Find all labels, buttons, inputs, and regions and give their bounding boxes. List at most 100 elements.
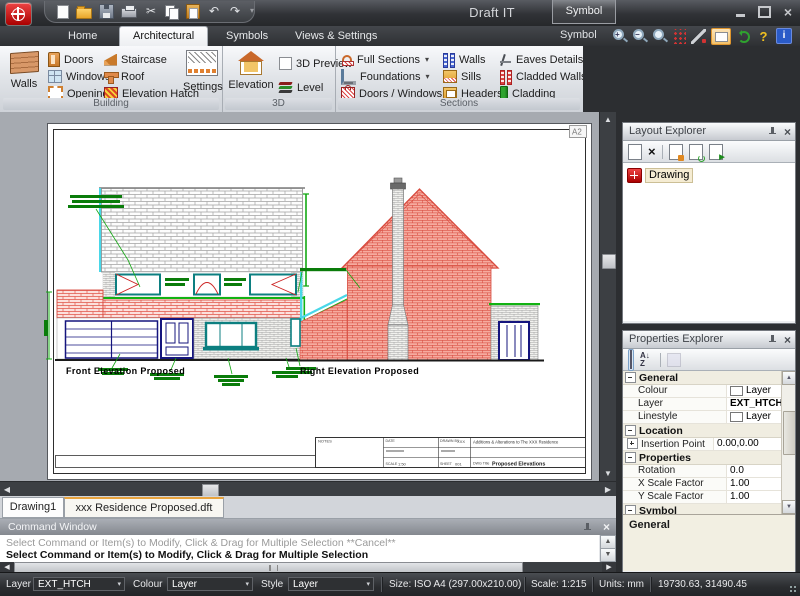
delete-layout-icon[interactable]: × <box>648 145 656 159</box>
app-menu-button[interactable] <box>5 2 32 26</box>
doc-tab-residence[interactable]: xxx Residence Proposed.dft <box>64 497 224 518</box>
zoom-out-icon[interactable]: − <box>632 29 647 44</box>
qat-customize-icon[interactable]: ▾ <box>250 6 254 15</box>
roof-button[interactable]: Roof <box>104 69 144 84</box>
layer-combobox[interactable]: EXT_HTCH▾ <box>33 577 125 591</box>
property-colour[interactable]: ColourLayer <box>623 385 782 398</box>
properties-close-icon[interactable]: × <box>784 332 791 349</box>
collapse-icon[interactable] <box>625 505 636 514</box>
maximize-button[interactable] <box>758 6 771 18</box>
full-sections-button[interactable]: Full Sections▾ <box>341 52 429 67</box>
property-insertion-point[interactable]: Insertion Point0.00,0.00 <box>623 438 782 451</box>
colour-combobox[interactable]: Layer▾ <box>167 577 253 591</box>
settings-button[interactable]: Settings <box>183 48 221 93</box>
save-icon[interactable] <box>99 4 114 19</box>
drawing-canvas[interactable]: A2 <box>0 112 599 481</box>
tb-scale-value: 1:50 <box>398 462 407 467</box>
tab-architectural[interactable]: Architectural <box>119 26 208 47</box>
foundations-button[interactable]: Foundations▾ <box>341 69 430 84</box>
new-layout-icon[interactable] <box>628 144 642 160</box>
drawing-board-icon[interactable] <box>711 28 731 45</box>
level-button[interactable]: Level <box>279 80 323 95</box>
cut-icon[interactable]: ✂ <box>144 5 158 18</box>
property-grid-scrollbar[interactable]: ▲ ▼ <box>781 371 795 514</box>
layout-item-drawing[interactable]: Drawing <box>627 168 693 183</box>
property-layer[interactable]: LayerEXT_HTCH <box>623 398 782 411</box>
sort-az-icon[interactable]: A↓Z <box>640 352 654 368</box>
layout-tree[interactable]: Drawing <box>623 163 795 321</box>
paste-icon[interactable] <box>186 4 200 19</box>
resize-grip[interactable] <box>789 585 798 594</box>
refresh-icon[interactable] <box>736 29 751 44</box>
info-icon[interactable]: i <box>776 28 792 44</box>
expand-icon[interactable] <box>627 438 638 449</box>
pin-icon[interactable] <box>583 523 592 533</box>
tab-symbols[interactable]: Symbols <box>213 26 281 46</box>
level-icon <box>279 82 293 94</box>
open-icon[interactable] <box>76 8 92 19</box>
layout-close-icon[interactable]: × <box>784 124 791 141</box>
foundations-icon <box>341 69 356 85</box>
command-vscrollbar[interactable]: ▲ ▼ <box>599 535 616 562</box>
zoom-in-icon[interactable]: + <box>612 29 627 44</box>
command-close-icon[interactable]: × <box>603 519 610 535</box>
import-layout-icon[interactable]: ▶ <box>709 144 723 160</box>
grid-scroll-thumb[interactable] <box>783 411 795 455</box>
zoom-extents-icon[interactable] <box>652 29 667 44</box>
doors-button[interactable]: Doors <box>48 52 93 67</box>
grid-scroll-up-icon[interactable]: ▲ <box>782 371 795 385</box>
command-history[interactable]: Select Command or Item(s) to Modify, Cli… <box>0 535 599 563</box>
eaves-details-button[interactable]: Eaves Details <box>500 52 583 67</box>
redo-icon[interactable]: ↷ <box>228 5 242 18</box>
cladded-walls-button[interactable]: Cladded Walls <box>500 69 587 84</box>
copy-icon[interactable] <box>165 5 179 18</box>
style-combobox[interactable]: Layer▾ <box>288 577 374 591</box>
category-symbol[interactable]: Symbol <box>623 504 782 514</box>
staircase-button[interactable]: Staircase <box>104 52 167 67</box>
layout-pin-icon[interactable] <box>768 127 777 137</box>
category-properties[interactable]: Properties <box>623 451 782 465</box>
group-label-3d: 3D <box>225 98 332 110</box>
sills-button[interactable]: Sills <box>443 69 481 84</box>
new-icon[interactable] <box>57 5 69 19</box>
collapse-icon[interactable] <box>625 452 636 463</box>
horizontal-scrollbar[interactable]: ◀ ▶ <box>0 481 616 497</box>
export-layout-icon[interactable] <box>669 144 683 160</box>
categorize-button[interactable] <box>628 349 634 371</box>
scroll-left-icon[interactable]: ◀ <box>0 483 14 496</box>
elevation-button[interactable]: Elevation <box>227 48 275 91</box>
grid-icon[interactable] <box>672 29 686 44</box>
vertical-scroll-thumb[interactable] <box>602 254 616 269</box>
collapse-icon[interactable] <box>625 372 636 383</box>
vertical-scrollbar[interactable]: ▲ ▼ <box>599 112 616 481</box>
property-y-scale[interactable]: Y Scale Factor1.00 <box>623 491 782 504</box>
walls-button[interactable]: Walls <box>4 48 44 90</box>
category-location[interactable]: Location <box>623 424 782 438</box>
collapse-icon[interactable] <box>625 425 636 436</box>
refresh-layout-icon[interactable] <box>689 144 703 160</box>
undo-icon[interactable]: ↶ <box>207 5 221 18</box>
tab-views-settings[interactable]: Views & Settings <box>282 26 390 46</box>
close-button[interactable]: × <box>784 6 792 18</box>
property-rotation[interactable]: Rotation0.0 <box>623 465 782 478</box>
property-x-scale[interactable]: X Scale Factor1.00 <box>623 478 782 491</box>
scroll-up-icon[interactable]: ▲ <box>600 113 616 126</box>
print-icon[interactable] <box>121 8 137 18</box>
command-scroll-down-icon[interactable]: ▼ <box>600 548 616 562</box>
minimize-button[interactable] <box>736 14 745 17</box>
category-general[interactable]: General <box>623 371 782 385</box>
doc-tab-drawing1[interactable]: Drawing1 <box>2 497 64 518</box>
help-icon[interactable]: ? <box>756 29 771 44</box>
property-linestyle[interactable]: LinestyleLayer <box>623 411 782 424</box>
scroll-down-icon[interactable]: ▼ <box>600 467 616 480</box>
snap-icon[interactable] <box>691 29 706 44</box>
group-3d: Elevation 3D Preview Level 3D <box>222 46 336 112</box>
grid-scroll-down-icon[interactable]: ▼ <box>782 500 795 514</box>
windows-button[interactable]: Windows <box>48 69 111 84</box>
walls-section-button[interactable]: Walls <box>443 52 485 67</box>
scroll-right-icon[interactable]: ▶ <box>601 483 615 496</box>
command-scroll-up-icon[interactable]: ▲ <box>600 535 616 549</box>
tab-home[interactable]: Home <box>55 26 110 46</box>
context-tab-symbol[interactable]: Symbol <box>552 0 616 24</box>
properties-pin-icon[interactable] <box>768 335 777 345</box>
